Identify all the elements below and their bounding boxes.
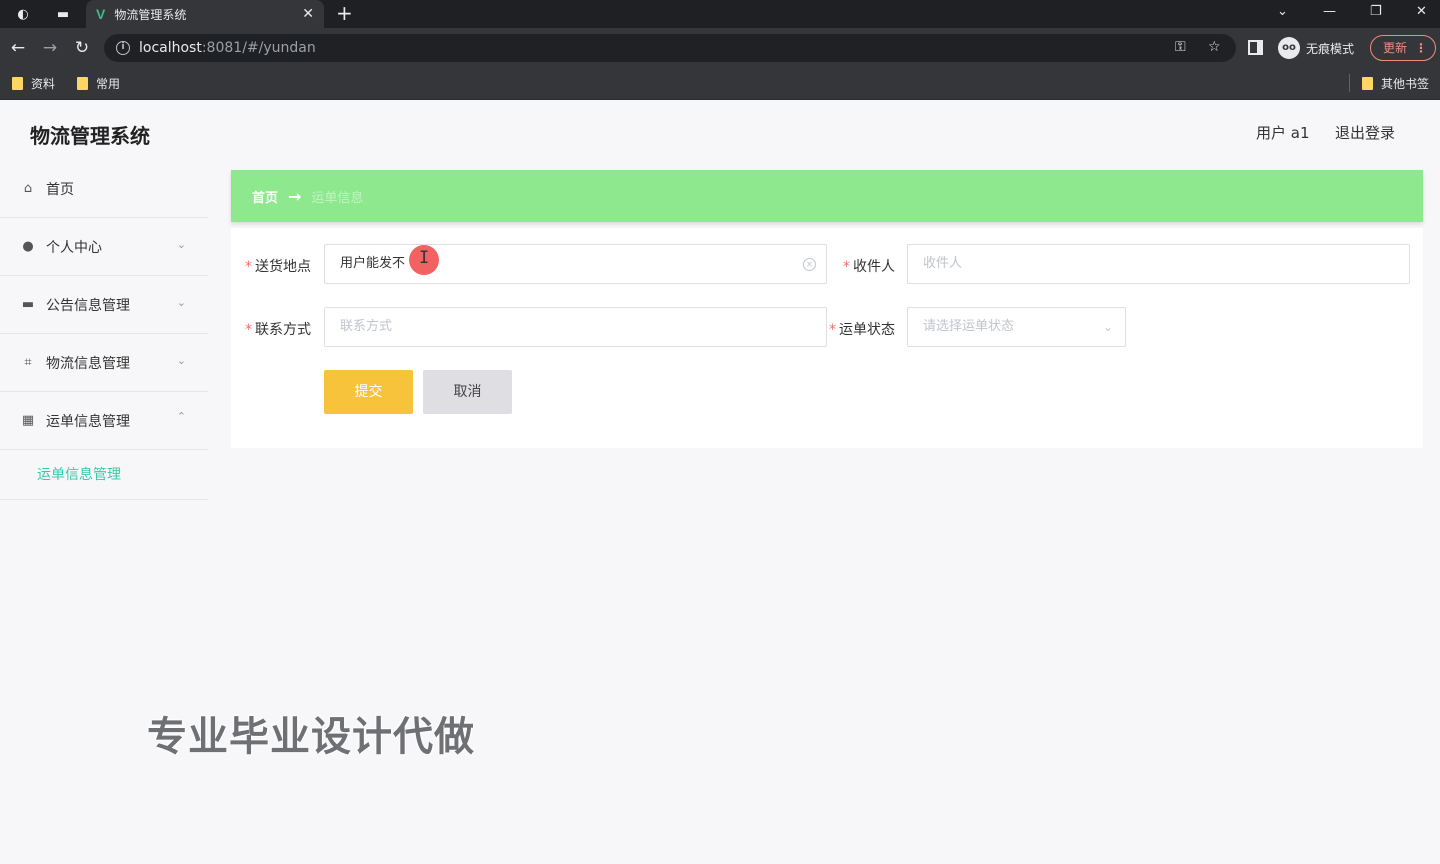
update-label: 更新 bbox=[1383, 41, 1408, 55]
sidebar-item-waybill-management[interactable]: ▦ 运单信息管理 ⌃ bbox=[0, 392, 208, 450]
status-label: * 运单状态 bbox=[829, 322, 895, 338]
required-asterisk: * bbox=[829, 322, 836, 338]
tab-search-icon[interactable]: ▬ bbox=[52, 4, 74, 24]
sidebar-item-label: 首页 bbox=[46, 181, 74, 198]
bookmark-divider bbox=[1349, 74, 1350, 92]
address-bar: ← → ↻ i localhost :8081/#/yundan ⚿ ☆ oo … bbox=[0, 28, 1440, 68]
bookmarks-bar: 资料 常用 其他书签 bbox=[0, 68, 1440, 100]
submenu-item-waybill[interactable]: 运单信息管理 bbox=[0, 450, 208, 500]
address-input[interactable]: 用户能发不 ✕ bbox=[324, 244, 827, 284]
bookmark-folder-1[interactable]: 资料 bbox=[12, 75, 55, 92]
sidebar-item-label: 个人中心 bbox=[46, 239, 102, 256]
submit-button[interactable]: 提交 bbox=[324, 370, 413, 414]
sidebar: ⌂ 首页 ● 个人中心 ⌄ ▬ 公告信息管理 ⌄ ⌗ 物流信息管理 ⌄ ▦ 运单… bbox=[0, 160, 208, 500]
other-bookmarks[interactable]: 其他书签 bbox=[1362, 75, 1429, 92]
tab-close-icon[interactable]: ✕ bbox=[302, 6, 314, 22]
receiver-input[interactable]: 收件人 bbox=[907, 244, 1410, 284]
notice-icon: ▬ bbox=[21, 297, 35, 312]
url-path: :8081/#/yundan bbox=[201, 40, 316, 56]
sidebar-item-label: 运单信息管理 bbox=[46, 413, 130, 430]
bookmark-folder-2[interactable]: 常用 bbox=[77, 75, 120, 92]
arrow-right-icon: → bbox=[288, 186, 302, 206]
menu-dots-icon: ⋮ bbox=[1415, 41, 1427, 55]
user-name: 用户 a1 bbox=[1256, 124, 1310, 142]
sidebar-item-home[interactable]: ⌂ 首页 bbox=[0, 160, 208, 218]
app-page: 物流管理系统 用户 a1 退出登录 ⌂ 首页 ● 个人中心 ⌄ ▬ 公告信息管理… bbox=[0, 100, 1440, 864]
address-value: 用户能发不 bbox=[340, 256, 406, 271]
required-asterisk: * bbox=[843, 259, 850, 275]
contact-input[interactable]: 联系方式 bbox=[324, 307, 827, 347]
sidebar-item-label: 公告信息管理 bbox=[46, 297, 130, 314]
breadcrumb-current: 运单信息 bbox=[311, 190, 364, 206]
logout-link[interactable]: 退出登录 bbox=[1335, 122, 1395, 143]
profile-globe-icon[interactable]: ◐ bbox=[12, 4, 34, 24]
folder-icon bbox=[12, 77, 23, 90]
browser-tab[interactable]: V 物流管理系统 ✕ bbox=[86, 0, 324, 28]
breadcrumb: 首页 → 运单信息 bbox=[231, 170, 1423, 222]
new-tab-icon[interactable]: + bbox=[336, 1, 353, 25]
url-host: localhost bbox=[139, 40, 202, 56]
minimize-icon[interactable]: — bbox=[1323, 2, 1336, 22]
reload-icon[interactable]: ↻ bbox=[71, 37, 93, 59]
home-icon: ⌂ bbox=[23, 181, 33, 196]
required-asterisk: * bbox=[245, 322, 252, 338]
text-cursor-icon: I bbox=[419, 248, 430, 268]
breadcrumb-home[interactable]: 首页 bbox=[252, 187, 278, 206]
forward-icon[interactable]: → bbox=[39, 37, 61, 59]
crop-icon: ⌗ bbox=[24, 355, 32, 370]
chevron-down-icon: ⌄ bbox=[176, 354, 186, 367]
sidebar-item-label: 物流信息管理 bbox=[46, 355, 130, 372]
sidebar-item-notice-management[interactable]: ▬ 公告信息管理 ⌄ bbox=[0, 276, 208, 334]
chevron-down-icon: ⌄ bbox=[176, 296, 186, 309]
bookmark-label: 常用 bbox=[96, 77, 121, 91]
clear-icon[interactable]: ✕ bbox=[803, 258, 816, 271]
vue-logo-icon: V bbox=[96, 6, 106, 22]
grid-icon: ▦ bbox=[21, 413, 35, 428]
bookmark-star-icon[interactable]: ☆ bbox=[1208, 39, 1221, 55]
chevron-down-icon: ⌄ bbox=[176, 238, 186, 251]
url-field[interactable]: i localhost :8081/#/yundan ⚿ ☆ bbox=[104, 34, 1236, 62]
sidebar-item-logistics-management[interactable]: ⌗ 物流信息管理 ⌄ bbox=[0, 334, 208, 392]
restore-icon[interactable]: ❐ bbox=[1370, 2, 1382, 22]
password-key-icon[interactable]: ⚿ bbox=[1175, 39, 1186, 55]
receiver-label: * 收件人 bbox=[843, 259, 895, 275]
update-button[interactable]: 更新 ⋮ bbox=[1370, 35, 1436, 61]
chevron-up-icon: ⌃ bbox=[176, 410, 186, 423]
contact-label: * 联系方式 bbox=[245, 322, 311, 338]
app-title: 物流管理系统 bbox=[30, 124, 150, 148]
watermark-text: 专业毕业设计代做 bbox=[147, 714, 475, 760]
incognito-label: 无痕模式 bbox=[1306, 41, 1355, 56]
address-label: * 送货地点 bbox=[245, 259, 311, 275]
tab-title: 物流管理系统 bbox=[114, 7, 187, 22]
contact-placeholder: 联系方式 bbox=[340, 319, 393, 334]
required-asterisk: * bbox=[245, 259, 252, 275]
sidebar-item-personal-center[interactable]: ● 个人中心 ⌄ bbox=[0, 218, 208, 276]
folder-icon bbox=[1362, 77, 1373, 90]
incognito-indicator[interactable]: oo 无痕模式 bbox=[1278, 37, 1354, 59]
back-icon[interactable]: ← bbox=[7, 37, 29, 59]
bookmark-label: 资料 bbox=[31, 77, 56, 91]
chevron-down-icon: ⌄ bbox=[1102, 320, 1113, 334]
user-icon: ● bbox=[22, 239, 34, 254]
other-bookmarks-label: 其他书签 bbox=[1381, 77, 1430, 91]
folder-icon bbox=[77, 77, 88, 90]
cancel-button[interactable]: 取消 bbox=[423, 370, 512, 414]
tab-list-chevron-icon[interactable]: ⌄ bbox=[1277, 2, 1288, 22]
receiver-placeholder: 收件人 bbox=[923, 256, 963, 271]
site-info-icon[interactable]: i bbox=[116, 41, 130, 55]
side-panel-icon[interactable] bbox=[1248, 40, 1263, 55]
status-select[interactable]: 请选择运单状态 ⌄ bbox=[907, 307, 1126, 347]
status-placeholder: 请选择运单状态 bbox=[923, 319, 1015, 334]
window-close-icon[interactable]: ✕ bbox=[1416, 2, 1427, 22]
browser-tab-bar: ◐ ▬ V 物流管理系统 ✕ + ⌄ — ❐ ✕ bbox=[0, 0, 1440, 28]
incognito-icon: oo bbox=[1278, 37, 1300, 59]
